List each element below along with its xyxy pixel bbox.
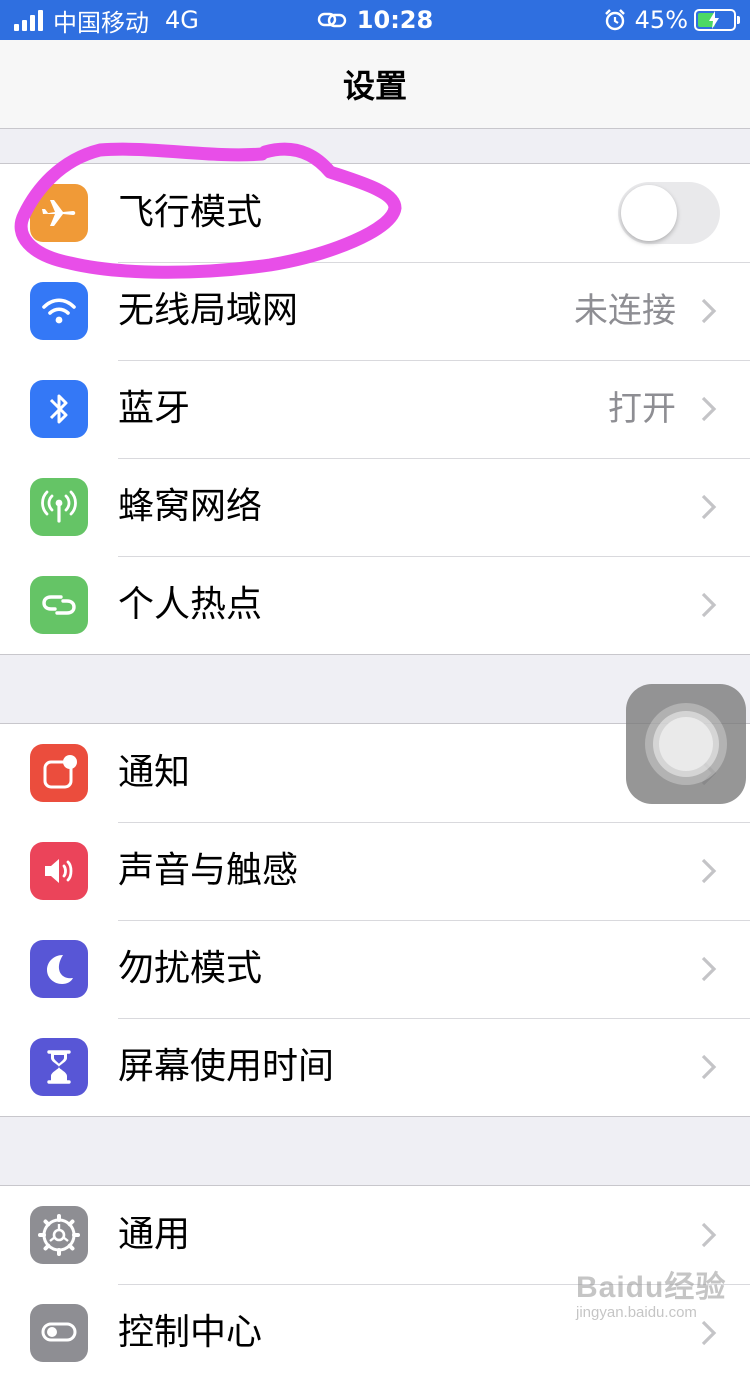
settings-row-cellular[interactable]: 蜂窝网络 [0,458,750,556]
chevron-right-icon [701,396,717,422]
clock-time: 10:28 [356,6,434,34]
assistive-touch-button[interactable] [626,684,746,804]
notification-icon [30,744,88,802]
airplane-mode-toggle[interactable] [618,182,720,244]
sounds-haptics-label: 声音与触感 [118,850,299,891]
bluetooth-icon [30,380,88,438]
settings-row-bluetooth[interactable]: 蓝牙 打开 [0,360,750,458]
hotspot-link-icon [30,576,88,634]
battery-percent: 45% [634,6,688,34]
settings-row-airplane-mode[interactable]: 飞行模式 [0,164,750,262]
gear-icon [30,1206,88,1264]
moon-icon [30,940,88,998]
hourglass-icon [30,1038,88,1096]
airplane-icon [30,184,88,242]
watermark-logo: Baidu经验 [576,1271,727,1304]
settings-row-wifi[interactable]: 无线局域网 未连接 [0,262,750,360]
battery-icon [694,9,740,31]
wifi-label: 无线局域网 [118,290,299,331]
watermark: Baidu经验 jingyan.baidu.com [576,1262,746,1321]
chevron-right-icon [701,1054,717,1080]
settings-row-sounds-haptics[interactable]: 声音与触感 [0,822,750,920]
chevron-right-icon [701,298,717,324]
airplane-mode-label: 飞行模式 [118,192,263,233]
screen-time-label: 屏幕使用时间 [118,1046,335,1087]
personal-hotspot-label: 个人热点 [118,584,263,625]
chevron-right-icon [701,1222,717,1248]
chevron-right-icon [701,494,717,520]
hotspot-link-icon [317,12,346,28]
notifications-label: 通知 [118,752,191,793]
status-right: 45% [603,0,740,40]
control-center-label: 控制中心 [118,1312,263,1353]
chevron-right-icon [701,858,717,884]
switches-icon [30,1304,88,1362]
page-title: 设置 [342,67,407,105]
navigation-bar: 设置 [0,40,750,129]
settings-row-do-not-disturb[interactable]: 勿扰模式 [0,920,750,1018]
general-label: 通用 [118,1214,191,1255]
chevron-right-icon [701,1320,717,1346]
bluetooth-label: 蓝牙 [118,388,191,429]
cellular-label: 蜂窝网络 [118,486,263,527]
speaker-icon [30,842,88,900]
charging-bolt-icon [709,11,719,29]
bluetooth-status: 打开 [608,389,676,429]
settings-row-screen-time[interactable]: 屏幕使用时间 [0,1018,750,1116]
status-bar: 中国移动 4G 10:28 45% [0,0,750,40]
connectivity-group: 飞行模式 无线局域网 未连接 蓝牙 打开 蜂窝网络 个人热点 [0,163,750,655]
do-not-disturb-label: 勿扰模式 [118,948,263,989]
antenna-icon [30,478,88,536]
chevron-right-icon [701,592,717,618]
toggle-knob [621,185,677,241]
settings-row-personal-hotspot[interactable]: 个人热点 [0,556,750,654]
wifi-icon [30,282,88,340]
watermark-url: jingyan.baidu.com [576,1304,697,1321]
alarm-icon [604,9,625,31]
chevron-right-icon [701,956,717,982]
wifi-status: 未连接 [574,291,676,331]
